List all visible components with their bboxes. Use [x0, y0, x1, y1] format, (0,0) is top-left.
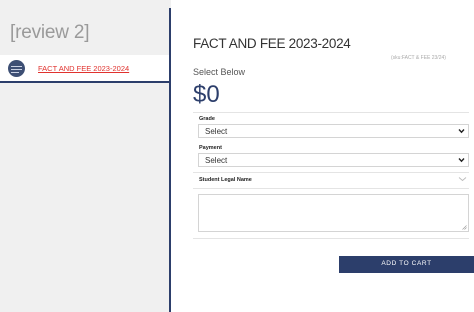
product-price: $0	[193, 81, 220, 108]
divider	[193, 188, 469, 189]
instruction-text: Select Below	[193, 67, 246, 77]
grade-select[interactable]: Select	[198, 124, 469, 138]
divider	[193, 172, 469, 173]
chevron-down-icon	[458, 158, 465, 163]
chevron-down-icon[interactable]	[458, 176, 467, 182]
legal-name-textarea[interactable]	[198, 194, 469, 232]
sidebar-item-fact-and-fee[interactable]: FACT AND FEE 2023-2024	[0, 55, 169, 83]
product-sku: (sku:FACT & FEE 23/24)	[391, 55, 446, 61]
add-to-cart-label: ADD TO CART	[381, 260, 432, 267]
sidebar-title: [review 2]	[10, 22, 90, 43]
grade-select-value: Select	[205, 127, 228, 136]
product-thumbnail-icon	[8, 60, 25, 77]
chevron-down-icon	[458, 129, 465, 134]
divider	[193, 238, 469, 239]
resize-grip-icon[interactable]	[462, 225, 467, 230]
divider	[193, 112, 469, 113]
legal-name-label: Student Legal Name	[199, 177, 252, 183]
add-to-cart-button[interactable]: ADD TO CART	[339, 256, 474, 273]
grade-label: Grade	[199, 116, 215, 122]
page: [review 2] FACT AND FEE 2023-2024 FACT A…	[0, 0, 474, 312]
sidebar-item-label[interactable]: FACT AND FEE 2023-2024	[38, 64, 129, 73]
sidebar: [review 2] FACT AND FEE 2023-2024	[0, 0, 171, 312]
payment-select-value: Select	[205, 156, 228, 165]
product-title: FACT AND FEE 2023-2024	[193, 36, 351, 51]
payment-select[interactable]: Select	[198, 153, 469, 167]
sidebar-divider	[169, 8, 171, 312]
payment-label: Payment	[199, 145, 222, 151]
